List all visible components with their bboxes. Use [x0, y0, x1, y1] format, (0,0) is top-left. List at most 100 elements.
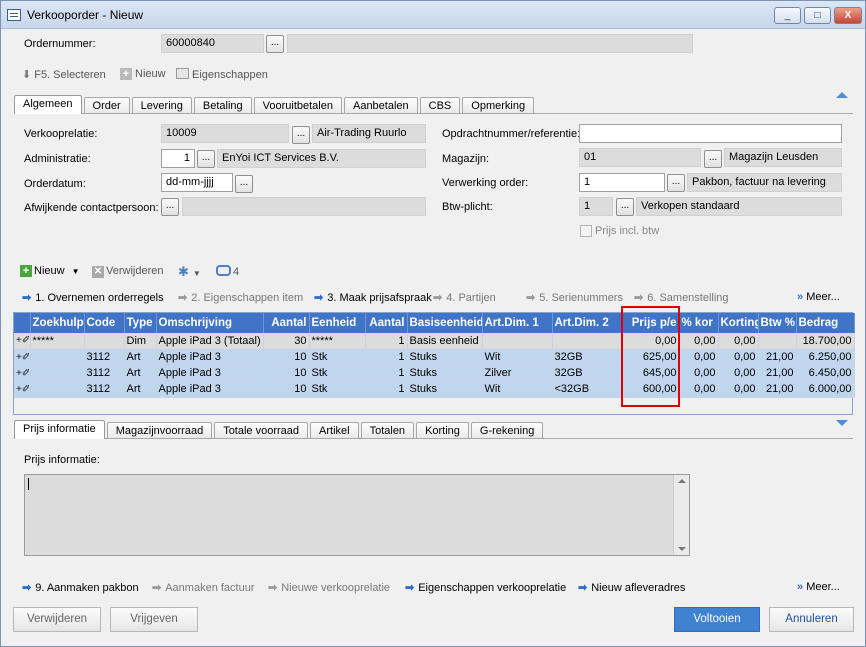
cell-aantal-2[interactable]: 1: [365, 333, 408, 350]
cell-omschrijving[interactable]: Apple iPad 3: [156, 365, 264, 382]
cell-bedrag[interactable]: 18.700,00: [796, 333, 855, 350]
cell-aantal-2[interactable]: 1: [365, 381, 408, 398]
verkooprelatie-code-field[interactable]: 10009: [161, 124, 289, 143]
cell-type[interactable]: Art: [124, 365, 157, 382]
verwerking-order-field[interactable]: 1: [579, 173, 665, 192]
expand-icon[interactable]: [836, 420, 848, 426]
cell-art-dim-2[interactable]: 32GB: [552, 349, 623, 366]
scroll-down-icon[interactable]: [678, 547, 686, 551]
column-header-korting[interactable]: Korting: [718, 313, 759, 333]
steps-more-link[interactable]: » Meer...: [797, 291, 840, 303]
column-header-type[interactable]: Type: [124, 313, 157, 333]
tab-aanbetalen[interactable]: Aanbetalen: [343, 97, 418, 114]
cell-zoekhulp[interactable]: [30, 349, 85, 366]
step-eigenschappen-item[interactable]: ➡ 2. Eigenschappen item: [178, 291, 303, 304]
tab-totalen[interactable]: Totalen: [360, 422, 415, 439]
orderdatum-field[interactable]: dd-mm-jjjj: [161, 173, 233, 192]
edit-row-icon[interactable]: +✐: [14, 365, 31, 382]
cell-code[interactable]: 3112: [84, 349, 125, 366]
verkooprelatie-browse-button[interactable]: ...: [292, 126, 310, 144]
column-header-aantal-2[interactable]: Aantal: [365, 313, 408, 333]
scroll-up-icon[interactable]: [678, 479, 686, 483]
action-aanmaken-factuur[interactable]: ➡ Aanmaken factuur: [152, 581, 255, 594]
edit-row-icon[interactable]: +✐: [14, 333, 31, 350]
action-nieuwe-verkooprelatie[interactable]: ➡ Nieuwe verkooprelatie: [268, 581, 390, 594]
tab-algemeen[interactable]: Algemeen: [14, 95, 82, 114]
cell-type[interactable]: Dim: [124, 333, 157, 350]
cell-kor[interactable]: 0,00: [679, 333, 719, 350]
cell-zoekhulp[interactable]: *****: [30, 333, 85, 350]
cell-basiseenheid[interactable]: Stuks: [407, 381, 483, 398]
column-header-art-dim-1[interactable]: Art.Dim. 1: [482, 313, 553, 333]
magazijn-browse-button[interactable]: ...: [704, 150, 722, 168]
cell-kor[interactable]: 0,00: [679, 365, 719, 382]
cell-type[interactable]: Art: [124, 381, 157, 398]
cell-eenheid[interactable]: *****: [309, 333, 366, 350]
close-button[interactable]: X: [834, 7, 862, 24]
cell-art-dim-2[interactable]: [552, 333, 623, 350]
tab-order[interactable]: Order: [83, 97, 130, 114]
tab-cbs[interactable]: CBS: [419, 97, 461, 114]
properties-button[interactable]: Eigenschappen: [176, 68, 268, 81]
administratie-browse-button[interactable]: ...: [197, 150, 215, 168]
tab-levering[interactable]: Levering: [131, 97, 192, 114]
step-partijen[interactable]: ➡ 4. Partijen: [433, 291, 496, 304]
cell-art-dim-1[interactable]: [482, 333, 553, 350]
cell-zoekhulp[interactable]: [30, 365, 85, 382]
cell-art-dim-1[interactable]: Zilver: [482, 365, 553, 382]
tab-vooruitbetalen[interactable]: Vooruitbetalen: [253, 97, 342, 114]
maximize-button[interactable]: □: [804, 7, 831, 24]
prijs-incl-btw-checkbox[interactable]: [580, 225, 592, 237]
complete-button[interactable]: Voltooien: [674, 607, 760, 632]
tab-korting[interactable]: Korting: [416, 422, 469, 439]
cell-basiseenheid[interactable]: Basis eenheid: [407, 333, 483, 350]
cell-bedrag[interactable]: 6.450,00: [796, 365, 855, 382]
ordernummer-browse-button[interactable]: ...: [266, 35, 284, 53]
column-header-omschrijving[interactable]: Omschrijving: [156, 313, 264, 333]
tab-magazijnvoorraad[interactable]: Magazijnvoorraad: [106, 422, 213, 439]
cell-bedrag[interactable]: 6.250,00: [796, 349, 855, 366]
tab-g-rekening[interactable]: G-rekening: [470, 422, 544, 439]
column-header-kor[interactable]: % kor: [679, 313, 719, 333]
cell-omschrijving[interactable]: Apple iPad 3 (Totaal): [156, 333, 264, 350]
table-row[interactable]: +✐ 3112 Art Apple iPad 3 10 Stk 1 Stuks …: [14, 349, 855, 366]
action-nieuw-afleveradres[interactable]: ➡ Nieuw afleveradres: [578, 581, 685, 594]
prijs-informatie-textarea[interactable]: [24, 474, 690, 556]
tab-totale-voorraad[interactable]: Totale voorraad: [214, 422, 309, 439]
cell-kor[interactable]: 0,00: [679, 349, 719, 366]
edit-row-icon[interactable]: +✐: [14, 381, 31, 398]
step-maak-prijsafspraak[interactable]: ➡ 3. Maak prijsafspraak: [314, 291, 432, 304]
cell-aantal[interactable]: 10: [263, 349, 310, 366]
cell-aantal[interactable]: 10: [263, 365, 310, 382]
cell-basiseenheid[interactable]: Stuks: [407, 349, 483, 366]
line-new-button[interactable]: + Nieuw ▼: [20, 265, 80, 277]
cell-type[interactable]: Art: [124, 349, 157, 366]
action-eigenschappen-verkooprelatie[interactable]: ➡ Eigenschappen verkooprelatie: [405, 581, 566, 594]
column-header-btw[interactable]: Btw %: [758, 313, 797, 333]
table-row[interactable]: +✐ 3112 Art Apple iPad 3 10 Stk 1 Stuks …: [14, 365, 855, 382]
select-button[interactable]: ⬇ F5. Selecteren: [22, 68, 106, 81]
cell-btw[interactable]: 21,00: [758, 381, 797, 398]
administratie-field[interactable]: 1: [161, 149, 195, 168]
line-delete-button[interactable]: ✕ Verwijderen: [92, 265, 163, 278]
cell-art-dim-1[interactable]: Wit: [482, 349, 553, 366]
cell-code[interactable]: 3112: [84, 381, 125, 398]
step-samenstelling[interactable]: ➡ 6. Samenstelling: [634, 291, 729, 304]
settings-dropdown-button[interactable]: ✱ ▼: [178, 264, 201, 280]
btw-plicht-field[interactable]: 1: [579, 197, 613, 216]
action-aanmaken-pakbon[interactable]: ➡ 9. Aanmaken pakbon: [22, 581, 139, 594]
cell-korting[interactable]: 0,00: [718, 365, 759, 382]
table-row[interactable]: +✐ 3112 Art Apple iPad 3 10 Stk 1 Stuks …: [14, 381, 855, 398]
column-header-bedrag[interactable]: Bedrag: [796, 313, 855, 333]
actions-more-link[interactable]: » Meer...: [797, 581, 840, 593]
delete-button[interactable]: Verwijderen: [13, 607, 101, 632]
column-header-code[interactable]: Code: [84, 313, 125, 333]
cell-aantal[interactable]: 30: [263, 333, 310, 350]
column-header-art-dim-2[interactable]: Art.Dim. 2: [552, 313, 623, 333]
contactpersoon-browse-button[interactable]: ...: [161, 198, 179, 216]
cell-art-dim-2[interactable]: <32GB: [552, 381, 623, 398]
cell-art-dim-2[interactable]: 32GB: [552, 365, 623, 382]
orderdatum-picker-button[interactable]: ...: [235, 175, 253, 193]
cell-art-dim-1[interactable]: Wit: [482, 381, 553, 398]
cell-aantal[interactable]: 10: [263, 381, 310, 398]
